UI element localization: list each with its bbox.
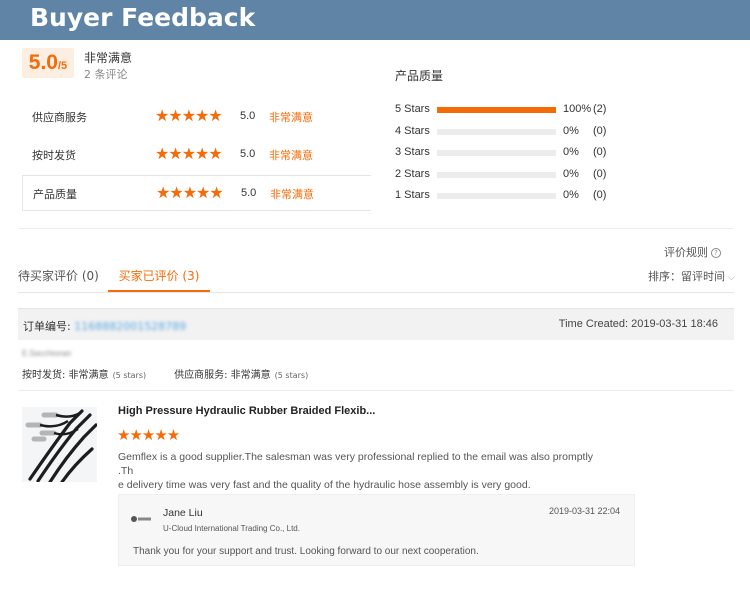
rating-label: 产品质量 [33, 188, 77, 201]
order-number-label: 订单编号: [23, 320, 75, 333]
rating-label: 供应商服务 [32, 111, 87, 124]
distribution-count: (0) [593, 125, 607, 137]
buyer-name: E.Sacchionan [22, 349, 72, 358]
distribution-row-1-stars: 1 Stars 0% (0) [395, 189, 625, 203]
sort-label: 排序：留评时间 [648, 270, 725, 283]
rating-stars: ★★★★★ [156, 183, 224, 202]
buyer-shipping-rating: 按时发货: 非常满意 [22, 370, 109, 381]
distribution-bar-track [437, 193, 556, 199]
distribution-title: 产品质量 [395, 69, 444, 83]
banner: Buyer Feedback [0, 0, 750, 40]
product-title-link[interactable]: High Pressure Hydraulic Rubber Braided F… [118, 405, 375, 417]
overall-score-badge: 5.0/5 [22, 48, 74, 78]
distribution-label: 5 Stars [395, 103, 430, 115]
tab-buyer-reviewed[interactable]: 买家已评价 (3) [108, 267, 210, 292]
distribution-bar-track [437, 172, 556, 178]
company-logo-icon [131, 516, 151, 522]
chevron-down-icon: ⌵ [728, 273, 735, 283]
section-divider [18, 228, 734, 229]
review-rules-link[interactable]: 评价规则? [664, 244, 721, 260]
rating-row-on-time-shipping[interactable]: 按时发货 ★★★★★ 5.0 非常满意 [22, 137, 371, 173]
reply-message: Thank you for your support and trust. Lo… [133, 546, 479, 557]
order-number-link[interactable]: 1168882001528789 [74, 320, 186, 333]
review-count: 2 条评论 [84, 68, 128, 81]
distribution-percent: 0% [563, 189, 579, 201]
rating-row-product-quality[interactable]: 产品质量 ★★★★★ 5.0 非常满意 [22, 175, 371, 211]
order-time-created: Time Created: 2019-03-31 18:46 [558, 318, 718, 330]
banner-title: Buyer Feedback [30, 3, 256, 32]
review-text-line: e delivery time was very fast and the qu… [118, 479, 531, 491]
rating-row-supplier-service[interactable]: 供应商服务 ★★★★★ 5.0 非常满意 [22, 99, 371, 135]
rating-text: 非常满意 [270, 188, 314, 201]
distribution-bar-fill [437, 107, 556, 113]
distribution-percent: 0% [563, 125, 579, 137]
distribution-percent: 100% [563, 103, 592, 115]
review-stars: ★★★★★ [117, 426, 180, 444]
buyer-service-stars: (5 stars) [274, 371, 309, 380]
review-divider [18, 390, 734, 391]
distribution-row-3-stars: 3 Stars 0% (0) [395, 146, 625, 160]
reply-author-name: Jane Liu [163, 507, 203, 519]
review-rules-label: 评价规则 [664, 246, 708, 259]
review-text-line: Gemflex is a good supplier.The salesman … [118, 451, 594, 477]
distribution-percent: 0% [563, 146, 579, 158]
distribution-label: 3 Stars [395, 146, 430, 158]
overall-score-max: /5 [58, 60, 68, 72]
distribution-count: (0) [593, 146, 607, 158]
distribution-row-5-stars: 5 Stars 100% (2) [395, 103, 625, 117]
rating-stars: ★★★★★ [155, 144, 223, 163]
distribution-label: 1 Stars [395, 189, 430, 201]
distribution-bar-track [437, 107, 556, 113]
buyer-ratings: 按时发货: 非常满意 (5 stars) 供应商服务: 非常满意 (5 stars) [22, 366, 308, 381]
overall-rating-label: 非常满意 [84, 51, 133, 65]
rating-label: 按时发货 [32, 149, 76, 162]
rating-text: 非常满意 [269, 149, 313, 162]
reply-timestamp: 2019-03-31 22:04 [548, 506, 620, 516]
rating-stars: ★★★★★ [155, 106, 223, 125]
distribution-row-4-stars: 4 Stars 0% (0) [395, 125, 625, 139]
distribution-row-2-stars: 2 Stars 0% (0) [395, 168, 625, 182]
rating-text: 非常满意 [269, 111, 313, 124]
order-number-field: 订单编号: 1168882001528789 [23, 318, 186, 334]
reply-company-name: U-Cloud International Trading Co., Ltd. [163, 524, 300, 533]
rating-score: 5.0 [241, 187, 257, 199]
hose-image [22, 407, 97, 482]
rating-score: 5.0 [240, 148, 256, 160]
overall-score: 5.0 [28, 51, 58, 74]
help-icon: ? [711, 248, 721, 258]
distribution-bar-track [437, 129, 556, 135]
rating-score: 5.0 [240, 110, 256, 122]
product-thumbnail[interactable] [22, 407, 97, 482]
tabs-divider [18, 292, 734, 293]
review-text: Gemflex is a good supplier.The salesman … [118, 450, 608, 492]
buyer-service-rating: 供应商服务: 非常满意 [174, 370, 271, 381]
supplier-reply: Jane Liu U-Cloud International Trading C… [118, 494, 635, 566]
distribution-label: 2 Stars [395, 168, 430, 180]
tab-pending-review[interactable]: 待买家评价 (0) [18, 267, 99, 284]
distribution-count: (0) [593, 189, 607, 201]
distribution-bar-track [437, 150, 556, 156]
distribution-count: (0) [593, 168, 607, 180]
distribution-count: (2) [593, 103, 607, 115]
buyer-shipping-stars: (5 stars) [112, 371, 147, 380]
sort-dropdown[interactable]: 排序：留评时间 ⌵ [648, 268, 735, 284]
distribution-percent: 0% [563, 168, 579, 180]
distribution-label: 4 Stars [395, 125, 430, 137]
order-header: 订单编号: 1168882001528789 Time Created: 201… [18, 308, 734, 340]
